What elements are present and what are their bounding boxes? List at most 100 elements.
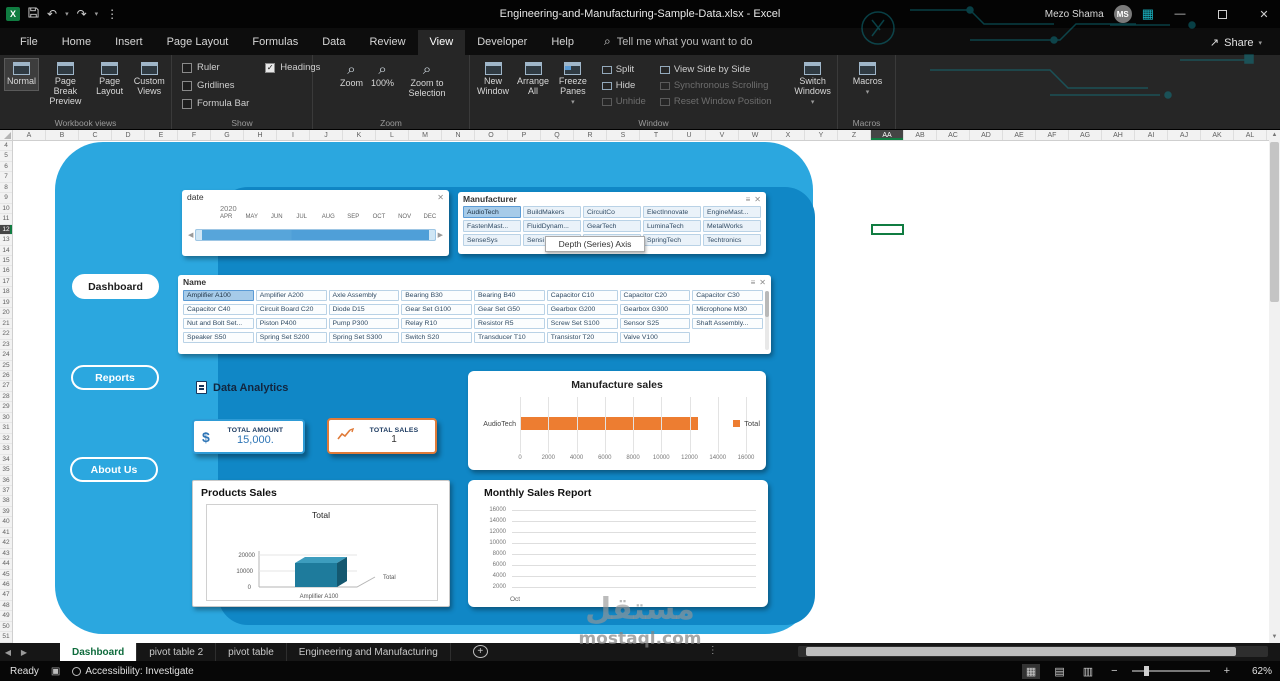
scrollbar-thumb[interactable] — [1270, 142, 1279, 302]
hide-button[interactable]: Hide — [601, 80, 646, 91]
slicer-item-capacitor-c40[interactable]: Capacitor C40 — [183, 304, 254, 315]
slicer-item-bearing-b40[interactable]: Bearing B40 — [474, 290, 545, 301]
slicer-item-piston-p400[interactable]: Piston P400 — [255, 318, 327, 329]
slicer-item-gear-set-g100[interactable]: Gear Set G100 — [401, 304, 472, 315]
accessibility-checker[interactable]: Accessibility: Investigate — [72, 666, 194, 677]
menu-tab-view[interactable]: View — [417, 30, 466, 55]
column-header-c[interactable]: C — [79, 130, 112, 140]
switch-windows-button[interactable]: Switch Windows ▾ — [790, 58, 835, 110]
column-header-l[interactable]: L — [376, 130, 409, 140]
scroll-down-icon[interactable]: ▼ — [1269, 632, 1280, 643]
column-header-ak[interactable]: AK — [1201, 130, 1234, 140]
month-label-jul[interactable]: JUL — [296, 214, 321, 220]
slicer-item-spring-set-s300[interactable]: Spring Set S300 — [328, 332, 400, 343]
row-header-14[interactable]: 14 — [0, 246, 12, 256]
clear-filter-icon[interactable]: ✕ — [437, 193, 444, 202]
zoom-button[interactable]: ⌕ Zoom — [337, 58, 366, 93]
macro-record-icon[interactable]: ▣ — [51, 666, 60, 677]
slicer-item-pump-p300[interactable]: Pump P300 — [328, 318, 400, 329]
column-header-ac[interactable]: AC — [937, 130, 970, 140]
column-header-f[interactable]: F — [178, 130, 211, 140]
excel-app-icon[interactable]: X — [6, 7, 20, 21]
menu-tab-data[interactable]: Data — [310, 30, 357, 55]
sheet-grid[interactable]: date ✕ 2020 APR MAY JUN JUL AUG SEP OCT NOV DEC … — [13, 141, 1269, 643]
zoom-slider-handle[interactable] — [1143, 666, 1149, 676]
slicer-item-amplifier-a200[interactable]: Amplifier A200 — [255, 290, 327, 301]
slicer-item-bearing-b30[interactable]: Bearing B30 — [401, 290, 472, 301]
row-header-44[interactable]: 44 — [0, 559, 12, 570]
nav-button-dashboard[interactable]: Dashboard — [72, 274, 159, 299]
column-header-h[interactable]: H — [244, 130, 277, 140]
slicer-item-transducer-t10[interactable]: Transducer T10 — [474, 332, 545, 343]
slicer-item-audiotech[interactable]: AudioTech — [463, 206, 521, 218]
slicer-item-capacitor-c20[interactable]: Capacitor C20 — [619, 290, 691, 301]
total-sales-card[interactable]: TOTAL SALES 1 — [327, 418, 437, 454]
column-header-ad[interactable]: AD — [970, 130, 1003, 140]
undo-icon[interactable]: ↶ — [47, 7, 57, 21]
row-header-5[interactable]: 5 — [0, 151, 12, 162]
row-header-6[interactable]: 6 — [0, 162, 12, 173]
row-header-51[interactable]: 51 — [0, 632, 12, 643]
freeze-panes-button[interactable]: Freeze Panes ▾ — [554, 58, 592, 110]
slicer-item-screw-set-s100[interactable]: Screw Set S100 — [546, 318, 618, 329]
row-header-37[interactable]: 37 — [0, 486, 12, 497]
checkbox-ruler[interactable]: Ruler — [182, 62, 249, 73]
products-sales-chart[interactable]: Products Sales Total 20000 10000 0 Ampli… — [192, 480, 450, 607]
timeline-scroll-left-icon[interactable]: ◀ — [188, 231, 193, 239]
slicer-item-circuit-board-c20[interactable]: Circuit Board C20 — [255, 304, 327, 315]
sheet-tab-pivot-table[interactable]: pivot table — [216, 643, 287, 661]
view-side-by-side-button[interactable]: View Side by Side — [659, 64, 772, 75]
column-header-u[interactable]: U — [673, 130, 706, 140]
slicer-item-buildmakers[interactable]: BuildMakers — [523, 206, 581, 218]
row-header-9[interactable]: 9 — [0, 193, 12, 204]
menu-tab-file[interactable]: File — [8, 30, 50, 55]
zoom-slider[interactable] — [1131, 666, 1210, 676]
slicer-item-diode-d15[interactable]: Diode D15 — [328, 304, 400, 315]
row-header-8[interactable]: 8 — [0, 183, 12, 194]
column-header-ai[interactable]: AI — [1135, 130, 1168, 140]
column-header-a[interactable]: A — [13, 130, 46, 140]
clear-filter-icon[interactable]: ✕ — [759, 278, 766, 287]
sheet-tab-pivot-table-2[interactable]: pivot table 2 — [137, 643, 217, 661]
column-header-n[interactable]: N — [442, 130, 475, 140]
slicer-item-springtech[interactable]: SpringTech — [643, 234, 701, 246]
row-header-12[interactable]: 12 — [0, 224, 12, 236]
slicer-item-fluiddynam[interactable]: FluidDynam... — [523, 220, 581, 232]
row-header-15[interactable]: 15 — [0, 256, 12, 267]
slicer-item-transistor-t20[interactable]: Transistor T20 — [546, 332, 618, 343]
slicer-item-sensor-s25[interactable]: Sensor S25 — [619, 318, 691, 329]
maximize-button[interactable] — [1206, 0, 1238, 28]
save-icon[interactable] — [28, 7, 39, 21]
slicer-item-microphone-m30[interactable]: Microphone M30 — [692, 304, 763, 315]
slicer-item-relay-r10[interactable]: Relay R10 — [401, 318, 472, 329]
zoom-to-selection-button[interactable]: ⌕ Zoom to Selection — [399, 58, 455, 103]
timeline-scroll-right-icon[interactable]: ▶ — [438, 231, 443, 239]
scroll-up-icon[interactable]: ▲ — [1269, 130, 1280, 141]
row-header-46[interactable]: 46 — [0, 580, 12, 591]
sheet-tab-dashboard[interactable]: Dashboard — [60, 643, 138, 661]
slicer-item-sensesys[interactable]: SenseSys — [463, 234, 521, 246]
row-header-30[interactable]: 30 — [0, 413, 12, 424]
nav-button-about-us[interactable]: About Us — [70, 457, 158, 482]
column-header-aj[interactable]: AJ — [1168, 130, 1201, 140]
close-button[interactable]: ✕ — [1248, 0, 1280, 28]
slicer-item-electinnovate[interactable]: ElectInnovate — [643, 206, 701, 218]
slicer-item-techtronics[interactable]: Techtronics — [703, 234, 761, 246]
row-header-11[interactable]: 11 — [0, 214, 12, 225]
row-header-18[interactable]: 18 — [0, 287, 12, 298]
user-name[interactable]: Mezo Shama — [1045, 9, 1104, 20]
monthly-sales-chart[interactable]: Monthly Sales Report Oct 16000 14000 12000… — [468, 480, 768, 607]
row-header-25[interactable]: 25 — [0, 361, 12, 371]
vertical-scrollbar[interactable]: ▲ ▼ — [1269, 130, 1280, 643]
selected-cell[interactable] — [871, 224, 904, 235]
slicer-item-gearbox-g200[interactable]: Gearbox G200 — [546, 304, 618, 315]
arrange-all-button[interactable]: Arrange All — [514, 58, 552, 101]
row-header-19[interactable]: 19 — [0, 298, 12, 309]
clear-filter-icon[interactable]: ✕ — [754, 195, 761, 204]
column-header-ae[interactable]: AE — [1003, 130, 1036, 140]
minimize-button[interactable]: — — [1164, 0, 1196, 28]
row-header-47[interactable]: 47 — [0, 590, 12, 601]
column-header-ab[interactable]: AB — [904, 130, 937, 140]
row-header-17[interactable]: 17 — [0, 277, 12, 288]
row-header-32[interactable]: 32 — [0, 434, 12, 445]
